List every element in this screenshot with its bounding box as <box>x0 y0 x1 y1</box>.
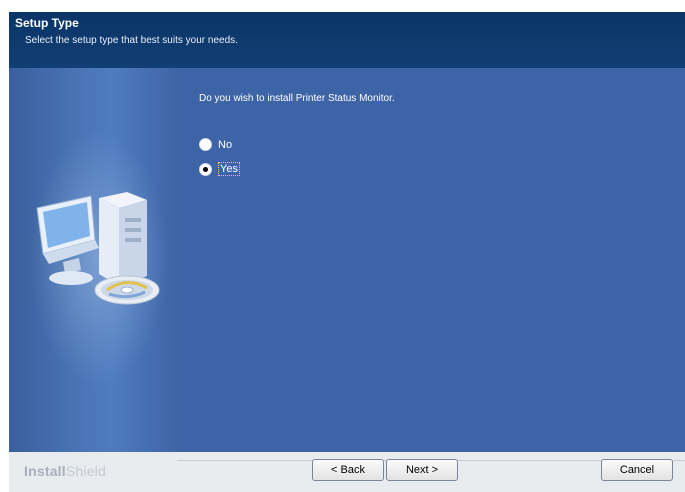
computer-cd-illustration-icon <box>36 192 160 305</box>
option-no[interactable]: No <box>199 138 232 151</box>
brand-bold: Install <box>24 463 66 479</box>
brand-light: Shield <box>65 463 106 479</box>
installer-window: Setup Type Select the setup type that be… <box>0 0 685 492</box>
side-illustration-panel <box>9 68 181 452</box>
content-area: Do you wish to install Printer Status Mo… <box>181 68 685 452</box>
header-banner: Setup Type Select the setup type that be… <box>9 12 685 68</box>
radio-yes-icon[interactable] <box>199 162 212 176</box>
option-no-label[interactable]: No <box>218 139 232 151</box>
page-subtitle: Select the setup type that best suits yo… <box>25 35 238 46</box>
radio-no-icon[interactable] <box>199 138 212 151</box>
option-yes-label[interactable]: Yes <box>218 162 240 176</box>
footer-bar: InstallShield < Back Next > Cancel <box>9 452 685 492</box>
page-title: Setup Type <box>15 16 79 30</box>
cancel-button[interactable]: Cancel <box>601 459 673 481</box>
installshield-logo: InstallShield <box>24 463 106 479</box>
dialog-body: Do you wish to install Printer Status Mo… <box>9 68 685 452</box>
next-button[interactable]: Next > <box>386 459 458 481</box>
option-yes[interactable]: Yes <box>199 162 240 176</box>
back-button[interactable]: < Back <box>312 459 384 481</box>
window-left-edge <box>0 0 9 492</box>
install-question: Do you wish to install Printer Status Mo… <box>199 93 395 104</box>
